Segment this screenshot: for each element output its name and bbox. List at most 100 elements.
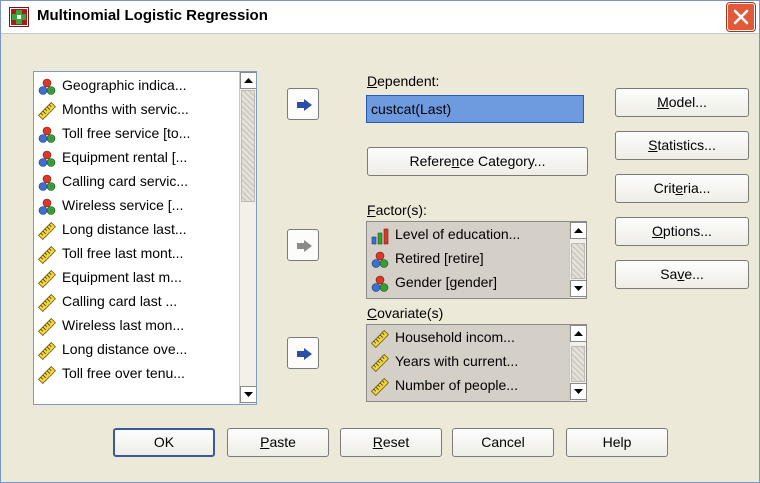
source-variable-item[interactable]: Calling card last ... <box>34 290 239 314</box>
source-list-scrollbar[interactable] <box>239 72 256 404</box>
source-variable-item[interactable]: Toll free service [to... <box>34 122 239 146</box>
covariate-item[interactable]: Number of people... <box>367 374 569 398</box>
arrow-right-icon <box>297 99 312 111</box>
source-variable-item[interactable]: Wireless service [... <box>34 194 239 218</box>
scale-variable-icon <box>37 317 57 337</box>
reset-button[interactable]: Reset <box>340 428 442 457</box>
scale-variable-icon <box>37 269 57 289</box>
paste-button[interactable]: Paste <box>227 428 329 457</box>
source-variable-item[interactable]: Long distance ove... <box>34 338 239 362</box>
variable-label: Number of people... <box>395 377 518 393</box>
scroll-thumb[interactable] <box>241 90 255 202</box>
variable-label: Toll free over tenu... <box>62 365 185 381</box>
variable-label: Gender [gender] <box>395 274 497 290</box>
nominal-variable-icon <box>38 126 56 144</box>
variable-label: Toll free last mont... <box>62 245 184 261</box>
dependent-field[interactable]: custcat(Last) <box>366 95 584 123</box>
scale-variable-icon <box>37 365 57 385</box>
source-variable-item[interactable]: Calling card servic... <box>34 170 239 194</box>
arrow-right-disabled-icon <box>297 240 312 252</box>
model-button[interactable]: Model... <box>615 88 749 117</box>
variable-label: Wireless service [... <box>62 197 184 213</box>
nominal-variable-icon <box>38 198 56 216</box>
source-variable-item[interactable]: Equipment rental [... <box>34 146 239 170</box>
covariates-scroll-down[interactable] <box>570 383 586 400</box>
close-button[interactable] <box>727 3 755 31</box>
factors-scroll-thumb[interactable] <box>571 243 585 279</box>
app-icon <box>9 7 29 27</box>
arrow-right-icon <box>297 348 312 360</box>
move-to-dependent-button[interactable] <box>287 88 319 120</box>
covariate-item[interactable]: Household incom... <box>367 326 569 350</box>
source-variable-item[interactable]: Geographic indica... <box>34 74 239 98</box>
close-icon <box>733 9 749 25</box>
covariates-label: Covariate(s) <box>367 305 444 321</box>
factor-item[interactable]: Retired [retire] <box>367 247 569 271</box>
scale-variable-icon <box>370 353 390 373</box>
window-title: Multinomial Logistic Regression <box>37 7 268 24</box>
source-variable-item[interactable]: Toll free over tenu... <box>34 362 239 386</box>
dialog-window: Multinomial Logistic Regression Geograph… <box>0 0 760 483</box>
title-bar[interactable]: Multinomial Logistic Regression <box>1 1 759 34</box>
help-button[interactable]: Help <box>566 428 668 457</box>
scale-variable-icon <box>37 293 57 313</box>
scale-variable-icon <box>37 245 57 265</box>
nominal-variable-icon <box>38 174 56 192</box>
save-button[interactable]: Save... <box>615 260 749 289</box>
source-variable-item[interactable]: Long distance last... <box>34 218 239 242</box>
statistics-button[interactable]: Statistics... <box>615 131 749 160</box>
covariates-list[interactable]: Household incom... Years with current... N… <box>366 324 587 402</box>
variable-label: Geographic indica... <box>62 77 187 93</box>
factors-label: Factor(s): <box>367 202 427 218</box>
covariates-scroll-thumb[interactable] <box>571 346 585 382</box>
scale-variable-icon <box>370 377 390 397</box>
variable-label: Household incom... <box>395 329 515 345</box>
ordinal-variable-icon <box>371 227 389 245</box>
move-to-covariates-button[interactable] <box>287 337 319 369</box>
cancel-button[interactable]: Cancel <box>452 428 554 457</box>
source-variable-item[interactable]: Wireless last mon... <box>34 314 239 338</box>
criteria-button[interactable]: Criteria... <box>615 174 749 203</box>
caret-up-icon <box>574 228 583 233</box>
source-variable-item[interactable]: Toll free last mont... <box>34 242 239 266</box>
covariates-scroll-up[interactable] <box>570 325 586 342</box>
nominal-variable-icon <box>38 150 56 168</box>
variable-label: Calling card servic... <box>62 173 189 189</box>
variable-label: Long distance last... <box>62 221 187 237</box>
variable-label: Years with current... <box>395 353 519 369</box>
variable-label: Retired [retire] <box>395 250 484 266</box>
caret-up-icon <box>244 78 253 83</box>
scale-variable-icon <box>370 329 390 349</box>
scroll-down-button[interactable] <box>240 386 256 403</box>
scale-variable-icon <box>37 221 57 241</box>
variable-label: Months with servic... <box>62 101 189 117</box>
scale-variable-icon <box>37 101 57 121</box>
factors-scroll-up[interactable] <box>570 222 586 239</box>
caret-down-icon <box>574 389 583 394</box>
scroll-up-button[interactable] <box>240 72 256 89</box>
nominal-variable-icon <box>371 275 389 293</box>
dependent-label: Dependent: <box>367 73 440 89</box>
factor-item[interactable]: Level of education... <box>367 223 569 247</box>
options-button[interactable]: Options... <box>615 217 749 246</box>
factor-item[interactable]: Gender [gender] <box>367 271 569 295</box>
factors-scroll-down[interactable] <box>570 280 586 297</box>
nominal-variable-icon <box>38 78 56 96</box>
scale-variable-icon <box>37 341 57 361</box>
caret-down-icon <box>574 286 583 291</box>
variable-label: Equipment last m... <box>62 269 182 285</box>
variable-label: Equipment rental [... <box>62 149 188 165</box>
source-variable-list[interactable]: Geographic indica... Months with servic..… <box>33 71 257 405</box>
source-variable-item[interactable]: Months with servic... <box>34 98 239 122</box>
ok-button[interactable]: OK <box>113 428 215 457</box>
covariates-scrollbar[interactable] <box>569 325 586 401</box>
nominal-variable-icon <box>371 251 389 269</box>
covariate-item[interactable]: Years with current... <box>367 350 569 374</box>
caret-down-icon <box>244 392 253 397</box>
source-variable-item[interactable]: Equipment last m... <box>34 266 239 290</box>
variable-label: Level of education... <box>395 226 521 242</box>
reference-category-button[interactable]: Reference Category... <box>367 147 588 176</box>
variable-label: Long distance ove... <box>62 341 188 357</box>
factors-scrollbar[interactable] <box>569 222 586 298</box>
factors-list[interactable]: Level of education... Retired [retire] Gen… <box>366 221 587 299</box>
